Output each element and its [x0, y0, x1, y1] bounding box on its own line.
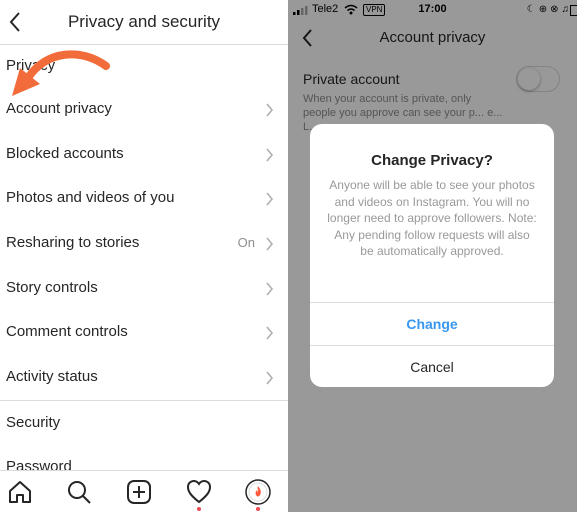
row-label: Photos and videos of you: [6, 189, 175, 206]
account-privacy-screen: Tele2 VPN 17:00 ☾⊕⊗♫ Account privacy Pri…: [288, 0, 577, 512]
row-photos-videos-of-you[interactable]: Photos and videos of you: [0, 177, 288, 221]
row-activity-status[interactable]: Activity status: [0, 356, 288, 400]
chevron-right-icon: [266, 237, 274, 251]
activity-heart-icon[interactable]: [186, 479, 212, 505]
row-label: Resharing to stories: [6, 234, 140, 251]
new-post-icon[interactable]: [126, 479, 152, 505]
cancel-button[interactable]: Cancel: [310, 345, 554, 387]
chevron-right-icon: [266, 103, 274, 117]
chevron-right-icon: [266, 282, 274, 296]
privacy-security-screen: Privacy and security Privacy Account pri…: [0, 0, 288, 512]
row-label: Activity status: [6, 368, 98, 385]
row-blocked-accounts[interactable]: Blocked accounts: [0, 133, 288, 177]
row-label: Blocked accounts: [6, 145, 124, 162]
change-privacy-dialog: Change Privacy? Anyone will be able to s…: [310, 124, 554, 387]
header: Privacy and security: [0, 0, 288, 45]
bottom-nav: [0, 470, 288, 512]
row-resharing-to-stories[interactable]: Resharing to stories On: [0, 222, 288, 266]
chevron-right-icon: [266, 326, 274, 340]
row-label: Story controls: [6, 279, 98, 296]
notification-dot: [197, 507, 201, 511]
section-divider: [0, 400, 288, 401]
chevron-right-icon: [266, 148, 274, 162]
home-icon[interactable]: [7, 479, 33, 505]
row-comment-controls[interactable]: Comment controls: [0, 311, 288, 355]
row-account-privacy[interactable]: Account privacy: [0, 88, 288, 132]
profile-avatar[interactable]: [245, 479, 271, 505]
page-title: Privacy and security: [67, 12, 221, 31]
section-title-security: Security: [6, 414, 61, 431]
row-label: Comment controls: [6, 323, 128, 340]
dialog-title: Change Privacy?: [371, 152, 493, 169]
row-story-controls[interactable]: Story controls: [0, 267, 288, 311]
change-button[interactable]: Change: [310, 302, 554, 346]
row-value: On: [237, 235, 255, 250]
row-label: Account privacy: [6, 100, 112, 117]
notification-dot: [256, 507, 260, 511]
search-icon[interactable]: [66, 479, 92, 505]
chevron-right-icon: [266, 371, 274, 385]
chevron-right-icon: [266, 192, 274, 206]
dialog-body: Anyone will be able to see your photos a…: [327, 178, 537, 258]
